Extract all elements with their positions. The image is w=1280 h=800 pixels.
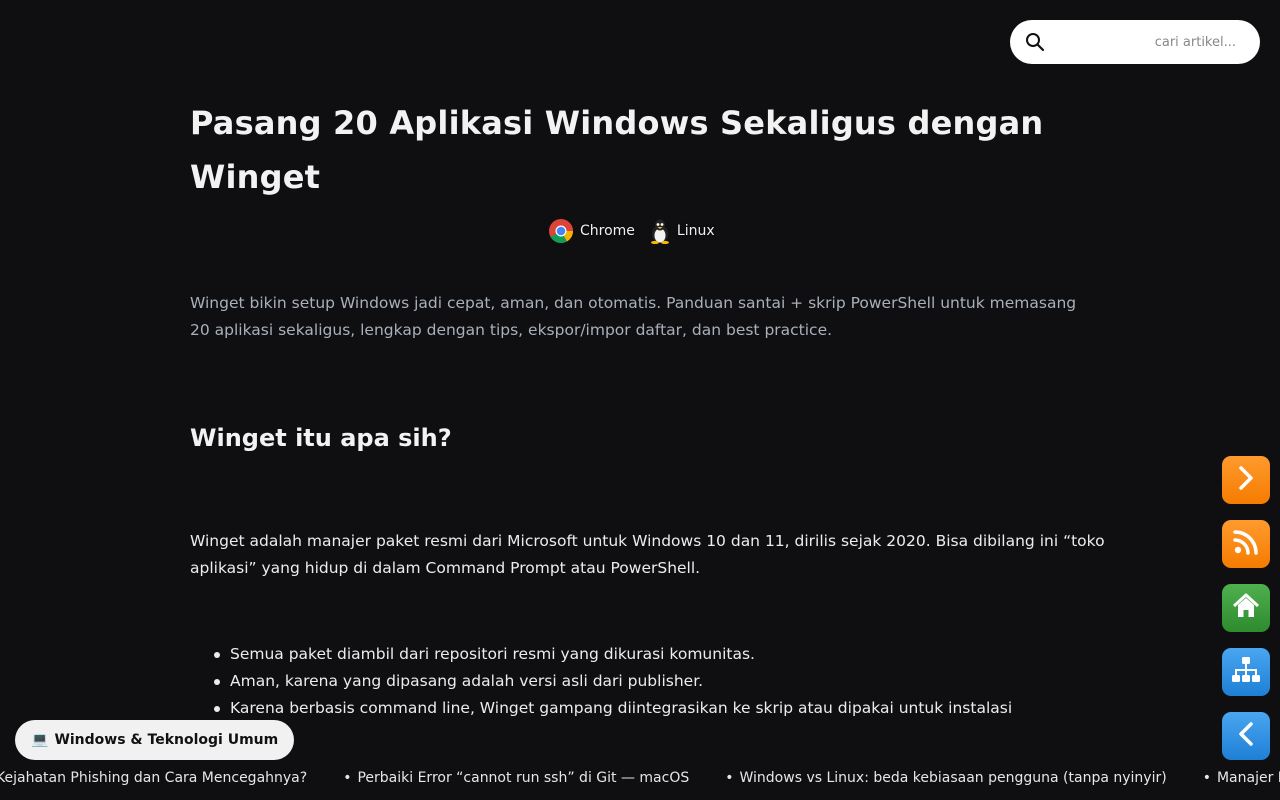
search-icon[interactable]	[1025, 32, 1045, 52]
list-item: Semua paket diambil dari repositori resm…	[214, 641, 1130, 668]
bullet-dot: •	[1202, 770, 1211, 786]
laptop-icon: 💻	[31, 732, 49, 748]
article-lead: Winget bikin setup Windows jadi cepat, a…	[190, 294, 1077, 339]
tag-chrome[interactable]: Chrome	[548, 218, 635, 244]
home-icon	[1232, 593, 1260, 623]
tag-list: Chrome Linux	[548, 218, 715, 244]
chevron-left-icon	[1235, 721, 1257, 751]
back-button[interactable]	[1222, 712, 1270, 760]
sitemap-icon	[1231, 656, 1261, 688]
ticker-track: Kejahatan Phishing dan Cara Mencegahnya?…	[0, 770, 1280, 786]
next-button[interactable]	[1222, 456, 1270, 504]
ticker-item[interactable]: • Windows vs Linux: beda kebiasaan penggu…	[725, 770, 1202, 786]
ticker-item[interactable]: • Perbaiki Error “cannot run ssh” di Git …	[343, 770, 725, 786]
tag-linux[interactable]: Linux	[649, 218, 715, 244]
article-paragraph: Winget adalah manajer paket resmi dari M…	[190, 532, 1105, 577]
news-ticker: Kejahatan Phishing dan Cara Mencegahnya?…	[0, 766, 1280, 792]
sitemap-button[interactable]	[1222, 648, 1270, 696]
rss-button[interactable]	[1222, 520, 1270, 568]
bullet-list: Semua paket diambil dari repositori resm…	[214, 641, 1130, 722]
chrome-icon	[548, 218, 574, 244]
section-heading: Winget itu apa sih?	[190, 424, 452, 452]
tux-icon	[649, 218, 671, 244]
list-item: Aman, karena yang dipasang adalah versi …	[214, 668, 1130, 695]
bullet-dot: •	[725, 770, 734, 786]
category-label: Windows & Teknologi Umum	[54, 732, 279, 748]
tag-label: Linux	[676, 223, 715, 239]
rss-icon	[1232, 528, 1260, 560]
ticker-item[interactable]: •Manajer Kata Sandi	[1203, 770, 1280, 786]
search-input[interactable]	[1054, 30, 1244, 54]
home-button[interactable]	[1222, 584, 1270, 632]
category-pill[interactable]: 💻 Windows & Teknologi Umum	[15, 720, 295, 760]
search-bar[interactable]	[1010, 20, 1260, 64]
article-title: Pasang 20 Aplikasi Windows Sekaligus den…	[190, 104, 1044, 196]
chevron-right-icon	[1235, 465, 1257, 495]
ticker-item[interactable]: Kejahatan Phishing dan Cara Mencegahnya?	[0, 770, 343, 786]
article-header: Pasang 20 Aplikasi Windows Sekaligus den…	[190, 96, 1110, 204]
tag-label: Chrome	[580, 223, 635, 239]
list-item: Karena berbasis command line, Winget gam…	[214, 695, 1130, 722]
bullet-dot: •	[343, 770, 352, 786]
